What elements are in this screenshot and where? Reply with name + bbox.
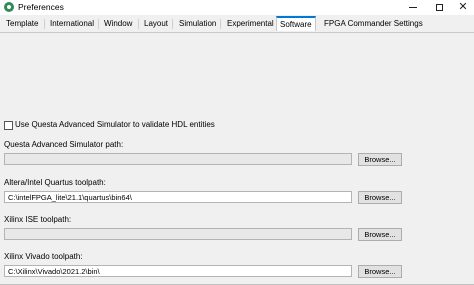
tab-divider [44, 19, 45, 29]
questa-validate-label: Use Questa Advanced Simulator to validat… [15, 120, 215, 129]
ise-path-input[interactable] [4, 228, 352, 240]
questa-path-label: Questa Advanced Simulator path: [4, 140, 124, 149]
questa-path-input[interactable] [4, 153, 352, 165]
quartus-path-input[interactable] [4, 191, 352, 203]
tab-experimental[interactable]: Experimental [227, 17, 274, 31]
tab-international[interactable]: International [50, 17, 94, 31]
quartus-path-label: Altera/Intel Quartus toolpath: [4, 178, 106, 187]
window-title: Preferences [18, 2, 64, 12]
maximize-icon [435, 4, 443, 11]
tab-divider [220, 19, 221, 29]
close-button[interactable]: ✕ [452, 0, 474, 15]
app-logo-icon [4, 2, 14, 12]
minimize-button[interactable] [402, 0, 424, 15]
vivado-browse-button[interactable]: Browse... [358, 265, 402, 278]
quartus-browse-button[interactable]: Browse... [358, 191, 402, 204]
tab-window[interactable]: Window [104, 17, 132, 31]
ise-browse-button[interactable]: Browse... [358, 228, 402, 241]
vivado-path-label: Xilinx Vivado toolpath: [4, 252, 83, 261]
tab-divider [98, 19, 99, 29]
questa-browse-button[interactable]: Browse... [358, 153, 402, 166]
tab-software[interactable]: Software [276, 16, 316, 31]
tab-fpga-commander-settings[interactable]: FPGA Commander Settings [324, 17, 423, 31]
title-bar: Preferences ✕ [0, 0, 474, 15]
tab-layout[interactable]: Layout [144, 17, 168, 31]
questa-validate-checkbox[interactable] [4, 121, 13, 130]
close-icon: ✕ [458, 1, 468, 13]
tab-simulation[interactable]: Simulation [179, 17, 216, 31]
tab-bar: Template International Window Layout Sim… [0, 16, 474, 33]
vivado-path-input[interactable] [4, 265, 352, 277]
maximize-button[interactable] [428, 0, 450, 15]
tab-divider [138, 19, 139, 29]
ise-path-label: Xilinx ISE toolpath: [4, 215, 72, 224]
minimize-icon [409, 7, 417, 8]
tab-template[interactable]: Template [6, 17, 38, 31]
tab-divider [172, 19, 173, 29]
